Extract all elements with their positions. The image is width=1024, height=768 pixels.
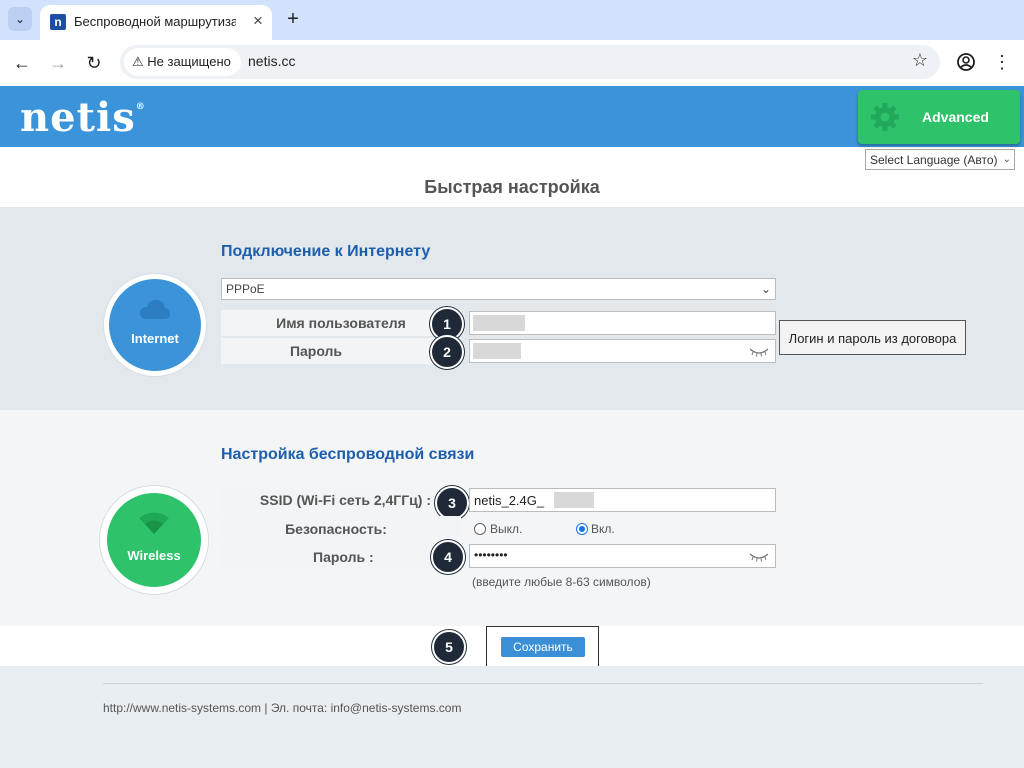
wifi-icon (139, 512, 169, 534)
warning-triangle-icon: ⚠ (132, 54, 144, 69)
step-badge-4: 4 (431, 540, 465, 574)
netis-logo: netis® (20, 94, 146, 141)
footer (0, 666, 1024, 768)
new-tab-plus-icon[interactable]: + (282, 8, 304, 30)
username-label: Имя пользователя (276, 315, 406, 331)
cloud-icon (140, 300, 170, 319)
password-hint: (введите любые 8-63 символов) (472, 575, 651, 589)
internet-icon-label: Internet (131, 331, 179, 346)
internet-icon-ring: Internet (104, 274, 206, 376)
wireless-icon-ring: Wireless (100, 486, 208, 594)
step-badge-5: 5 (432, 630, 466, 664)
security-off-label: Выкл. (490, 522, 523, 536)
gear-icon (871, 103, 899, 131)
browser-tab[interactable]: n Беспроводной маршрутизатор × (40, 5, 272, 40)
footer-divider (103, 683, 983, 684)
security-off-radio[interactable] (474, 523, 486, 535)
tab-close-icon[interactable]: × (248, 11, 268, 31)
forward-arrow-icon[interactable]: → (46, 51, 70, 75)
step-badge-3: 3 (435, 486, 469, 520)
pppoe-password-label: Пароль (289, 343, 343, 359)
chevron-down-icon: ⌄ (1002, 154, 1011, 165)
connection-type-select[interactable]: PPPoE ⌄ (221, 278, 776, 300)
wifi-password-input[interactable]: •••••••• (469, 544, 776, 568)
connection-type-value: PPPoE (226, 282, 265, 296)
security-label: Безопасность: (285, 521, 387, 537)
security-chip[interactable]: ⚠ Не защищено (124, 48, 241, 76)
security-status-text: Не защищено (147, 54, 231, 69)
pppoe-password-input[interactable] (469, 339, 776, 363)
internet-icon-circle: Internet (109, 279, 201, 371)
username-input[interactable] (469, 311, 776, 335)
page-title: Быстрая настройка (424, 177, 600, 197)
tab-title: Беспроводной маршрутизатор (74, 14, 236, 29)
advanced-label: Advanced (922, 109, 989, 125)
wireless-icon-circle: Wireless (107, 493, 201, 587)
wifi-password-label: Пароль : (313, 549, 374, 565)
security-on-radio[interactable] (576, 523, 588, 535)
reload-icon[interactable]: ↻ (82, 51, 106, 75)
wireless-heading: Настройка беспроводной связи (221, 446, 475, 463)
language-select[interactable]: Select Language (Авто) ⌄ (865, 149, 1015, 170)
footer-contact-text: http://www.netis-systems.com | Эл. почта… (103, 701, 462, 715)
step-badge-2: 2 (430, 335, 464, 369)
language-select-value: Select Language (Авто) (870, 153, 998, 167)
browser-menu-kebab-icon[interactable]: ⋮ (992, 51, 1012, 73)
chevron-down-icon: ⌄ (760, 282, 771, 296)
url-text[interactable]: netis.cc (248, 53, 295, 69)
browser-tab-strip: ⌄ n Беспроводной маршрутизатор × + (0, 0, 1024, 40)
ssid-label: SSID (Wi-Fi сеть 2,4ГГц) : (259, 492, 431, 508)
hidden-eye-icon[interactable] (748, 347, 770, 357)
save-highlight-frame: Сохранить (486, 626, 599, 668)
bookmark-star-icon[interactable]: ☆ (912, 50, 928, 71)
pppoe-password-redacted (473, 343, 521, 359)
save-button[interactable]: Сохранить (501, 637, 585, 657)
internet-heading: Подключение к Интернету (221, 243, 431, 260)
ssid-suffix-redacted (554, 492, 594, 508)
hidden-eye-icon[interactable] (748, 552, 770, 562)
back-arrow-icon[interactable]: ← (10, 51, 34, 75)
advanced-button[interactable]: Advanced (858, 90, 1020, 144)
browser-toolbar: ← → ↻ ⚠ Не защищено netis.cc ☆ ⋮ (0, 40, 1024, 86)
netis-favicon-icon: n (50, 14, 66, 30)
tab-search-chevron-icon[interactable]: ⌄ (8, 7, 32, 31)
ssid-value: netis_2.4G_ (474, 493, 545, 508)
security-on-label: Вкл. (591, 522, 615, 536)
contract-credentials-button[interactable]: Логин и пароль из договора (779, 320, 966, 355)
wifi-password-mask: •••••••• (474, 548, 508, 562)
username-value-redacted (473, 315, 525, 331)
address-bar[interactable]: ⚠ Не защищено netis.cc ☆ (120, 45, 940, 79)
profile-icon[interactable] (955, 51, 977, 73)
ssid-input[interactable]: netis_2.4G_ (469, 488, 776, 512)
wireless-icon-label: Wireless (127, 548, 181, 563)
